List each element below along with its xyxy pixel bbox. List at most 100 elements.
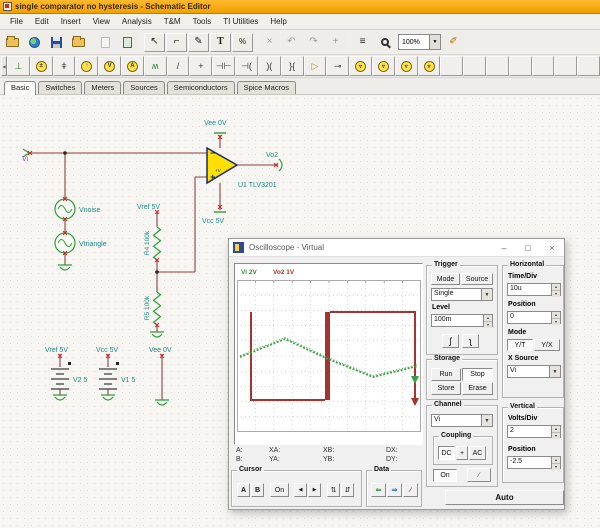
vnoise-source[interactable] [55,199,75,219]
menu-ti-utilities[interactable]: TI Utilities [217,16,264,27]
trigger-falling-edge-button[interactable]: ʅ [462,334,479,348]
text-tool-button[interactable]: T [210,33,231,52]
x-source-select[interactable]: Vi ▼ [507,365,561,378]
spin-up-icon[interactable]: ▴ [484,315,492,322]
channel-select[interactable]: Vi ▼ [431,414,493,427]
palette-diode[interactable]: ▿ [349,56,372,76]
vtriangle-source[interactable] [55,233,75,253]
mode-yt-button[interactable]: Y/T [507,339,533,351]
copy-button[interactable] [95,33,116,52]
open-button[interactable] [2,33,23,52]
cursor-a-button[interactable]: A [237,483,250,497]
spin-down-icon[interactable]: ▾ [552,319,560,325]
battery-v1[interactable] [99,362,119,389]
trigger-level-spin[interactable]: 100m ▴▾ [431,314,493,327]
palette-inductor[interactable]: )( [258,56,281,76]
select-tool-button[interactable]: ↖ [144,33,165,52]
spin-up-icon[interactable]: ▴ [552,312,560,319]
resistor-r5[interactable] [154,292,161,325]
tab-switches[interactable]: Switches [38,81,82,94]
palette-battery[interactable]: ǂ [53,56,76,76]
palette-photodiode[interactable]: ▿ [418,56,441,76]
channel-invert-button[interactable]: ∕ [467,468,491,482]
mode-yx-button[interactable]: Y/X [534,339,560,351]
palette-voltage-source[interactable]: ± [30,56,53,76]
menu-analysis[interactable]: Analysis [116,16,158,27]
data-edit-button[interactable]: ∕ [403,483,418,497]
spin-down-icon[interactable]: ▾ [552,291,560,297]
storage-stop-button[interactable]: Stop [462,368,493,381]
palette-jumper[interactable]: + [189,56,212,76]
menu-help[interactable]: Help [264,16,292,27]
palette-current-source[interactable]: ↑ [75,56,98,76]
minimize-button[interactable]: – [492,240,516,256]
palette-resistor[interactable]: ʍ [144,56,167,76]
menu-tools[interactable]: Tools [187,16,218,27]
flip-button[interactable]: × [259,33,280,52]
menu-tm[interactable]: T&M [158,16,187,27]
palette-ground[interactable]: ⊥ [7,56,30,76]
draw-tool-button[interactable]: ✎ [188,33,209,52]
list-button[interactable]: ≡ [352,33,373,52]
tab-sources[interactable]: Sources [123,81,165,94]
spin-up-icon[interactable]: ▴ [552,426,560,433]
output-terminal-vo2[interactable] [279,159,282,171]
h-position-spin[interactable]: 0 ▴▾ [507,311,561,324]
oscilloscope-window[interactable]: Oscilloscope - Virtual – □ × Vi 2V Vo2 1… [228,238,565,510]
cursor-up-button[interactable]: ⇅ [327,483,340,497]
spin-up-icon[interactable]: ▴ [552,284,560,291]
cursor-left-button[interactable]: ◀ [294,483,307,497]
delete-tool-button[interactable]: % [232,33,253,52]
palette-current-generator[interactable]: A [121,56,144,76]
v-position-spin[interactable]: -2.5 ▴▾ [507,456,561,469]
palette-capacitor[interactable]: ⊣⊢ [212,56,235,76]
trigger-mode-button[interactable]: Mode [431,273,460,285]
data-import-button[interactable]: ⇐ [371,483,386,497]
trigger-rising-edge-button[interactable]: ʃ [442,334,459,348]
paste-button[interactable] [117,33,138,52]
export-button[interactable] [24,33,45,52]
trigger-mode-select[interactable]: Single ▼ [431,288,493,301]
chevron-down-icon[interactable]: ▼ [481,415,492,426]
tab-spice-macros[interactable]: Spice Macros [237,81,296,94]
chevron-down-icon[interactable]: ▼ [481,289,492,300]
import-button[interactable] [68,33,89,52]
undo-button[interactable]: ↶ [281,33,302,52]
tab-basic[interactable]: Basic [4,81,36,95]
cursor-on-button[interactable]: On [270,483,289,497]
spinner-arrows[interactable]: ▴▾ [551,284,560,295]
volts-div-spin[interactable]: 2 ▴▾ [507,425,561,438]
tab-semiconductors[interactable]: Semiconductors [167,81,235,94]
cursor-right-button[interactable]: ▶ [308,483,321,497]
palette-polarized-capacitor[interactable]: ⊣( [235,56,258,76]
chevron-down-icon[interactable]: ▼ [429,35,440,49]
coupling-ground-button[interactable]: + [456,446,468,460]
wire-tool-button[interactable]: ⌐ [166,33,187,52]
spinner-arrows[interactable]: ▴▾ [551,312,560,323]
time-div-spin[interactable]: 10u ▴▾ [507,283,561,296]
storage-run-button[interactable]: Run [431,368,461,381]
tab-meters[interactable]: Meters [84,81,121,94]
coupling-dc-button[interactable]: DC [438,446,455,460]
add-button[interactable]: + [325,33,346,52]
save-button[interactable] [46,33,67,52]
resistor-r4[interactable] [154,227,161,260]
menu-view[interactable]: View [87,16,116,27]
spin-up-icon[interactable]: ▴ [552,457,560,464]
cursor-b-button[interactable]: B [251,483,264,497]
coupling-ac-button[interactable]: AC [469,446,486,460]
palette-switch[interactable]: / [167,56,190,76]
data-export-button[interactable]: ⇒ [387,483,402,497]
zoom-button[interactable] [374,33,395,52]
spinner-arrows[interactable]: ▴▾ [551,426,560,437]
zoom-level-select[interactable]: 100% ▼ [398,34,441,50]
battery-v2[interactable] [51,362,71,389]
maximize-button[interactable]: □ [516,240,540,256]
storage-store-button[interactable]: Store [431,382,461,395]
channel-on-button[interactable]: On [433,469,457,482]
menu-file[interactable]: File [4,16,29,27]
spin-down-icon[interactable]: ▾ [552,433,560,439]
close-button[interactable]: × [540,240,564,256]
trigger-source-button[interactable]: Source [461,273,493,285]
palette-voltage-generator[interactable]: V [98,56,121,76]
